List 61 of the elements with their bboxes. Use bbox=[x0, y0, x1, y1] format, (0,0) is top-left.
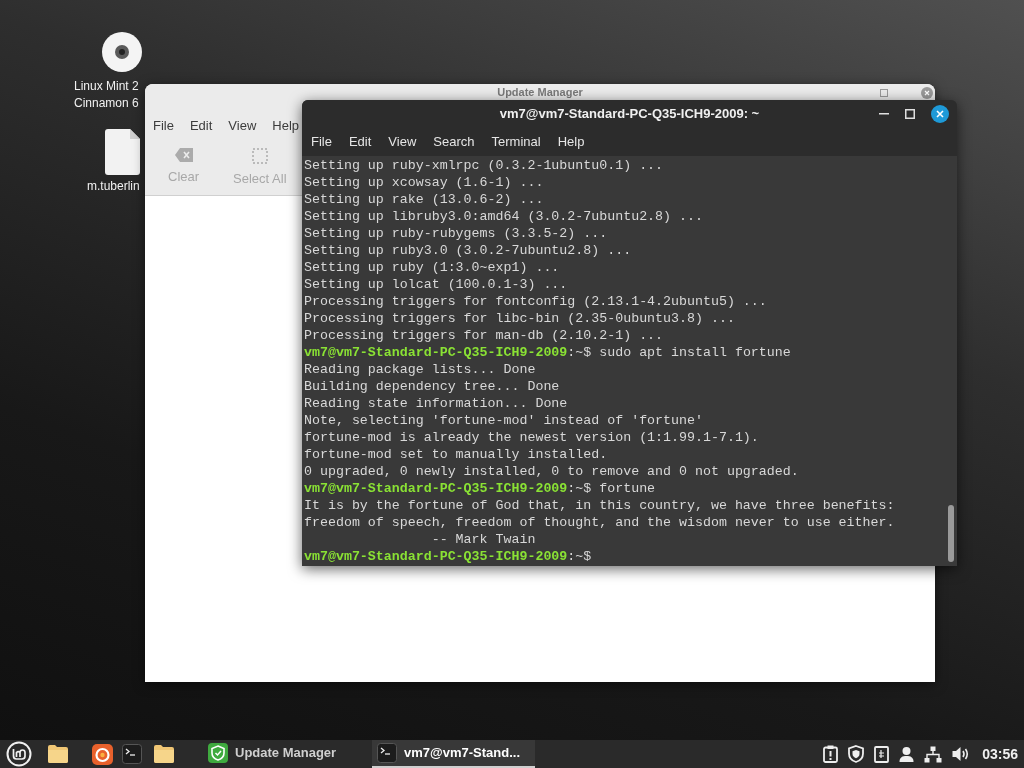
notes-icon[interactable] bbox=[874, 745, 890, 763]
terminal-icon[interactable] bbox=[122, 744, 142, 764]
backspace-icon bbox=[174, 148, 193, 162]
output-line: It is by the fortune of God that, in this country, we have three benefits: bbox=[304, 497, 895, 514]
scrollbar-thumb[interactable] bbox=[948, 505, 954, 562]
volume-icon[interactable] bbox=[952, 746, 971, 762]
menu-item[interactable]: View bbox=[388, 132, 417, 152]
menu-item[interactable]: Edit bbox=[189, 116, 213, 136]
prompt-line: vm7@vm7-Standard-PC-Q35-ICH9-2009:~$ fortune bbox=[304, 480, 656, 497]
window-title: Update Manager bbox=[497, 86, 583, 98]
output-line: Setting up ruby3.0 (3.0.2-7ubuntu2.8) ... bbox=[304, 242, 632, 259]
mint-logo-icon[interactable] bbox=[6, 741, 32, 767]
menu-item[interactable]: Search bbox=[433, 132, 475, 152]
menu-item[interactable]: File bbox=[311, 132, 332, 152]
output-line: Processing triggers for man-db (2.10.2-1) ... bbox=[304, 327, 664, 344]
menu-item[interactable]: Help bbox=[272, 116, 300, 136]
shield-icon bbox=[208, 743, 228, 763]
output-line: Setting up libruby3.0:amd64 (3.0.2-7ubuntu2.8) ... bbox=[304, 208, 703, 225]
file-icon bbox=[105, 129, 140, 175]
output-line: Setting up ruby-rubygems (3.3.5-2) ... bbox=[304, 225, 608, 242]
taskbar-window-button[interactable]: Update Manager bbox=[203, 740, 366, 768]
desktop-icon-label[interactable]: Linux Mint 2 Cinnamon 6 bbox=[74, 78, 139, 112]
output-line: Processing triggers for libc-bin (2.35-0ubuntu3.8) ... bbox=[304, 310, 735, 327]
prompt-line: vm7@vm7-Standard-PC-Q35-ICH9-2009:~$ bbox=[304, 548, 592, 565]
menu-item[interactable]: Help bbox=[557, 132, 585, 152]
output-line: Setting up rake (13.0.6-2) ... bbox=[304, 191, 544, 208]
terminal-icon bbox=[377, 743, 397, 763]
output-line: 0 upgraded, 0 newly installed, 0 to remove and 0 not upgraded. bbox=[304, 463, 799, 480]
output-line: Reading state information... Done bbox=[304, 395, 568, 412]
user-icon[interactable] bbox=[899, 746, 915, 762]
desktop-icon-label[interactable]: m.tuberlin bbox=[87, 178, 140, 195]
output-line: fortune-mod set to manually installed. bbox=[304, 446, 608, 463]
network-icon[interactable] bbox=[924, 745, 943, 763]
folder-icon[interactable] bbox=[47, 744, 69, 764]
prompt-line: vm7@vm7-Standard-PC-Q35-ICH9-2009:~$ sudo apt install fortune bbox=[304, 344, 791, 361]
selection-icon bbox=[251, 148, 268, 164]
browser-icon[interactable] bbox=[92, 743, 113, 765]
close-icon[interactable] bbox=[931, 105, 949, 123]
output-line: -- Mark Twain bbox=[430, 531, 536, 548]
taskbar-window-button[interactable]: vm7@vm7-Stand... bbox=[372, 740, 535, 768]
output-line: Reading package lists... Done bbox=[304, 361, 536, 378]
menu-item[interactable]: Edit bbox=[348, 132, 372, 152]
disc-icon bbox=[102, 32, 142, 72]
output-line: Building dependency tree... Done bbox=[304, 378, 560, 395]
menu-item[interactable]: Terminal bbox=[491, 132, 541, 152]
output-line: Note, selecting 'fortune-mod' instead of 'fortune' bbox=[304, 412, 703, 429]
shield-icon[interactable] bbox=[848, 745, 865, 763]
output-line: Setting up ruby (1:3.0~exp1) ... bbox=[304, 259, 560, 276]
folder-icon[interactable] bbox=[153, 744, 175, 764]
output-line: Setting up lolcat (100.0.1-3) ... bbox=[304, 276, 568, 293]
output-line: fortune-mod is already the newest version (1:1.99.1-7.1). bbox=[304, 429, 759, 446]
output-line: Processing triggers for fontconfig (2.13.1-4.2ubuntu5) ... bbox=[304, 293, 767, 310]
minimize-icon[interactable] bbox=[879, 113, 889, 115]
clipboard-alert-icon[interactable] bbox=[823, 745, 839, 763]
menu-item[interactable]: File bbox=[153, 116, 174, 136]
clock[interactable]: 03:56 bbox=[982, 743, 1018, 765]
menu-item[interactable]: View bbox=[228, 116, 257, 136]
output-line: freedom of speech, freedom of thought, and the wisdom never to use either. bbox=[304, 514, 895, 531]
output-line: Setting up ruby-xmlrpc (0.3.2-1ubuntu0.1) ... bbox=[304, 157, 664, 174]
output-line: Setting up xcowsay (1.6-1) ... bbox=[304, 174, 544, 191]
window-title: vm7@vm7-Standard-PC-Q35-ICH9-2009: ~ bbox=[499, 105, 760, 124]
